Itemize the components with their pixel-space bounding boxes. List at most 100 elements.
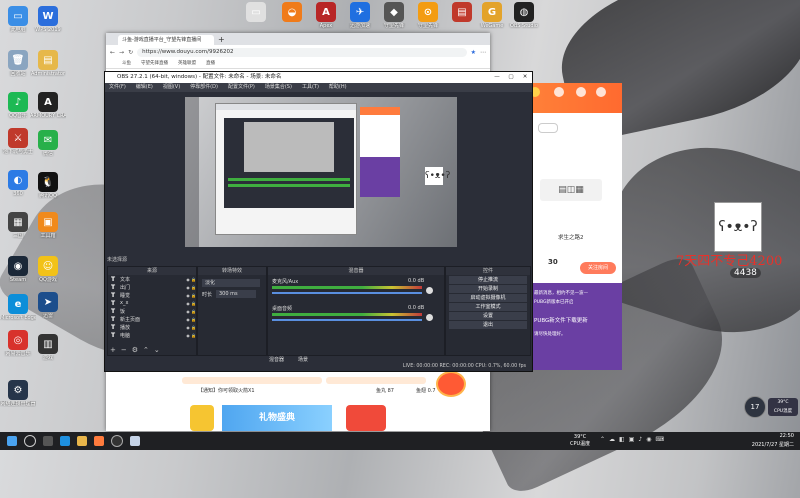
desktop-icon-item[interactable]: ✈ 迅游加速 bbox=[342, 2, 378, 29]
edge-taskbar-icon[interactable] bbox=[60, 436, 70, 446]
obs-taskbar-icon[interactable] bbox=[111, 435, 123, 447]
visibility-icon[interactable]: ◉ 🔒 bbox=[186, 317, 196, 322]
visibility-icon[interactable]: ◉ 🔒 bbox=[186, 309, 196, 314]
forward-icon[interactable]: → bbox=[119, 49, 124, 56]
viewer-count: 30 bbox=[548, 258, 558, 266]
desktop-glyph-icon: ▤ bbox=[452, 2, 472, 22]
explorer-taskbar-icon[interactable] bbox=[77, 436, 87, 446]
desktop-icon-item[interactable]: ➤ 迅雷 bbox=[30, 292, 66, 319]
desktop-glyph-icon: ▭ bbox=[8, 6, 28, 26]
control-button[interactable]: 启动虚拟摄像机 bbox=[449, 294, 527, 302]
desktop-icon-item[interactable]: G WeGame bbox=[474, 2, 510, 29]
desktop-icon-item[interactable]: W WPS 2019 bbox=[30, 6, 66, 33]
transition-dock: 转场特效 淡化 时长 300 ms bbox=[197, 266, 267, 356]
obs-menu-item[interactable]: 配置文件(P) bbox=[228, 83, 255, 92]
source-row[interactable]: T 电脑 ◉ 🔒 bbox=[108, 331, 196, 339]
desktop-glyph-icon: 🗑 bbox=[8, 50, 28, 70]
desktop-icon-item[interactable]: AARMOURY CRATE bbox=[30, 92, 66, 119]
bookmark-item[interactable]: 斗鱼 bbox=[122, 59, 131, 68]
obs-menu-bar: 文件(F) 编辑(E) 视图(V) 停靠部件(D) 配置文件(P) 场景集合(S) 工具(T… bbox=[105, 83, 532, 92]
control-button[interactable]: 停止推流 bbox=[449, 276, 527, 284]
source-row[interactable]: T 出门 ◉ 🔒 bbox=[108, 283, 196, 291]
desktop-icon-item[interactable]: ⚙ 网络连接管理器 bbox=[0, 380, 36, 407]
desktop-icon-item[interactable]: ▤ Administrator bbox=[30, 50, 66, 77]
source-row[interactable]: Tx_x ◉ 🔒 bbox=[108, 299, 196, 307]
obs-menu-item[interactable]: 编辑(E) bbox=[136, 83, 153, 92]
browser-tab[interactable]: 斗鱼-游戏直播平台_守望先锋直播间 bbox=[118, 35, 214, 45]
star-icon[interactable]: ★ bbox=[471, 49, 476, 56]
duration-input[interactable]: 300 ms bbox=[216, 290, 256, 298]
obs-menu-item[interactable]: 视图(V) bbox=[163, 83, 180, 92]
desktop-icon-label: ARMOURY CRATE bbox=[30, 113, 66, 119]
task-view-icon[interactable] bbox=[43, 436, 53, 446]
desktop-icon-item[interactable]: A Apex bbox=[308, 2, 344, 29]
obs-menu-item[interactable]: 帮助(H) bbox=[329, 83, 347, 92]
new-tab-button[interactable]: + bbox=[218, 35, 225, 45]
obs-menu-item[interactable]: 场景集合(S) bbox=[265, 83, 292, 92]
obs-menu-item[interactable]: 文件(F) bbox=[109, 83, 126, 92]
desktop-icon-label: WeGame bbox=[480, 23, 504, 29]
text-source-icon: T bbox=[111, 275, 116, 283]
desktop-icon-item[interactable]: ▣ 工具箱 bbox=[30, 212, 66, 239]
control-button[interactable]: 退出 bbox=[449, 321, 527, 329]
transition-select[interactable]: 淡化 bbox=[202, 279, 260, 287]
room-name[interactable]: 求生之路2 bbox=[558, 233, 584, 241]
maximize-icon[interactable]: ▢ bbox=[504, 72, 518, 83]
obs-menu-item[interactable]: 停靠部件(D) bbox=[190, 83, 218, 92]
desktop-icon-item[interactable]: ▭ bbox=[238, 2, 274, 23]
mute-icon[interactable] bbox=[426, 314, 433, 321]
source-row[interactable]: T 播放 ◉ 🔒 bbox=[108, 323, 196, 331]
source-toolbar[interactable]: +−⚙⌃⌄ bbox=[110, 346, 165, 354]
volume-slider[interactable] bbox=[272, 292, 422, 294]
browser-taskbar-icon[interactable] bbox=[130, 436, 140, 446]
source-row[interactable]: T 睡觉 ◉ 🔒 bbox=[108, 291, 196, 299]
source-row[interactable]: T 文本 ◉ 🔒 bbox=[108, 275, 196, 283]
source-row[interactable]: T 饭 ◉ 🔒 bbox=[108, 307, 196, 315]
source-row[interactable]: T 新主页面 ◉ 🔒 bbox=[108, 315, 196, 323]
app-taskbar-icon[interactable] bbox=[94, 436, 104, 446]
control-button[interactable]: 设置 bbox=[449, 312, 527, 320]
notice-line: 请尽快处理好。 bbox=[534, 332, 566, 337]
visibility-icon[interactable]: ◉ 🔒 bbox=[186, 325, 196, 330]
refresh-icon[interactable]: ↻ bbox=[128, 49, 133, 56]
obs-window[interactable]: OBS 27.2.1 (64-bit, windows) - 配置文件: 未命名… bbox=[104, 71, 533, 372]
visibility-icon[interactable]: ◉ 🔒 bbox=[186, 285, 196, 290]
bookmark-item[interactable]: 直播 bbox=[206, 59, 215, 68]
start-icon[interactable] bbox=[7, 436, 17, 446]
obs-menu-item[interactable]: 工具(T) bbox=[302, 83, 319, 92]
search-icon[interactable] bbox=[24, 435, 36, 447]
visibility-icon[interactable]: ◉ 🔒 bbox=[186, 301, 196, 306]
desktop-glyph-icon: ☺ bbox=[38, 256, 58, 276]
desktop-icon-item[interactable]: ⊙ 守望先锋 bbox=[410, 2, 446, 29]
desktop-icon-item[interactable]: ☺ QQ游戏 bbox=[30, 256, 66, 283]
gift-notice[interactable]: 【通知】你可领取火箭X1 bbox=[198, 387, 255, 394]
volume-slider[interactable] bbox=[272, 319, 422, 321]
visibility-icon[interactable]: ◉ 🔒 bbox=[186, 293, 196, 298]
tray-icons[interactable]: ⌃☁◧▣♪◉⌨ bbox=[600, 436, 668, 443]
desktop-icon-item[interactable]: ◍ OBS Studio bbox=[506, 2, 542, 29]
clock[interactable]: 22:50 2021/7/27 星期二 bbox=[752, 432, 794, 450]
minimize-icon[interactable]: — bbox=[490, 72, 504, 83]
close-icon[interactable]: ✕ bbox=[518, 72, 532, 83]
url-bar[interactable]: https://www.douyu.com/9926202 bbox=[137, 47, 467, 57]
follow-button[interactable]: 关注房间 bbox=[580, 262, 616, 274]
desktop-icon-item[interactable]: ◒ bbox=[274, 2, 310, 23]
control-button[interactable]: 开始录制 bbox=[449, 285, 527, 293]
visibility-icon[interactable]: ◉ 🔒 bbox=[186, 333, 196, 338]
douyu-tab-pill[interactable] bbox=[538, 123, 558, 133]
obs-preview[interactable]: ʕ•ᴥ•ʔ bbox=[185, 97, 457, 247]
desktop-icon-item[interactable]: ▥ 游戏 bbox=[30, 334, 66, 361]
menu-icon[interactable]: ⋯ bbox=[480, 49, 486, 56]
visibility-icon[interactable]: ◉ 🔒 bbox=[186, 277, 196, 282]
room-thumbnail[interactable]: ▤◫▦ bbox=[540, 179, 602, 201]
desktop-icon-item[interactable]: ◆ 守望先锋 bbox=[376, 2, 412, 29]
bookmark-item[interactable]: 英雄联盟 bbox=[178, 59, 196, 68]
mute-icon[interactable] bbox=[426, 287, 433, 294]
control-button[interactable]: 工作室模式 bbox=[449, 303, 527, 311]
desktop-icon-item[interactable]: 🐧 腾讯QQ bbox=[30, 172, 66, 199]
bookmark-item[interactable]: 守望先锋直播 bbox=[141, 59, 168, 68]
desktop-icon-item[interactable]: ✉ 微信 bbox=[30, 130, 66, 157]
back-icon[interactable]: ← bbox=[110, 49, 115, 56]
fish-ball-count: 鱼丸 87 bbox=[376, 388, 394, 394]
promo-banner[interactable]: 礼物盛典 bbox=[222, 405, 332, 431]
